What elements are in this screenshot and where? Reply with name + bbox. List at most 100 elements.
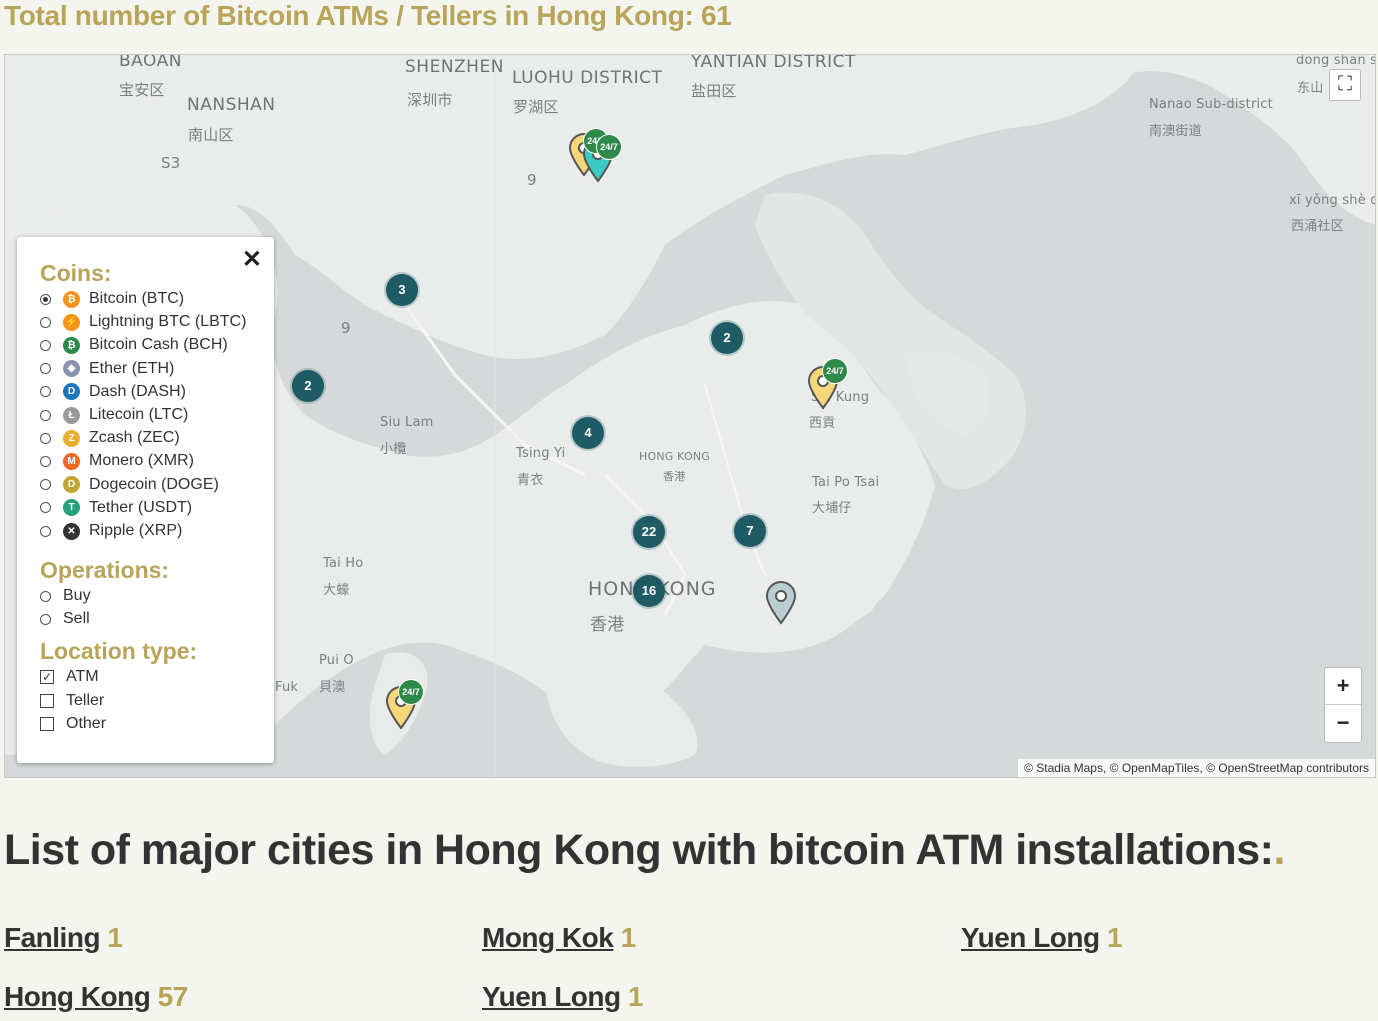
city-item[interactable]: Yuen Long 1 <box>482 981 643 1013</box>
map-label-tsingyi-zh: 青衣 <box>517 473 544 488</box>
map-label-hongkong-small-zh: 香港 <box>663 470 686 483</box>
map-label-baoan-zh: 宝安区 <box>119 81 165 99</box>
coin-label: Monero (XMR) <box>89 452 194 470</box>
cities-heading-text: List of major cities in Hong Kong with b… <box>4 826 1274 874</box>
city-item[interactable]: Hong Kong 57 <box>4 981 188 1013</box>
city-link[interactable]: Fanling <box>4 922 101 953</box>
map-label-dongshan-zh: 东山 <box>1297 81 1324 96</box>
coin-option[interactable]: M Monero (XMR) <box>40 452 194 470</box>
map-view[interactable]: BAOAN 宝安区 SHENZHEN 深圳市 LUOHU DISTRICT 罗湖… <box>4 54 1376 778</box>
checkbox[interactable] <box>40 694 54 708</box>
cluster-marker[interactable]: 2 <box>711 322 743 354</box>
coin-icon: D <box>63 476 80 494</box>
location-type-heading: Location type: <box>40 638 198 664</box>
coin-icon: T <box>63 499 80 517</box>
coin-option[interactable]: ₿ Bitcoin (BTC) <box>40 290 184 308</box>
zoom-out-button[interactable]: − <box>1325 705 1361 741</box>
location-option-atm[interactable]: ✓ ATM <box>40 668 99 686</box>
operations-heading: Operations: <box>40 557 170 583</box>
map-label-nanao-zh: 南澳街道 <box>1149 124 1202 139</box>
radio-button[interactable] <box>40 293 51 305</box>
fullscreen-icon: ⛶ <box>1338 73 1352 95</box>
coin-icon: ✕ <box>63 522 80 540</box>
map-label-siulam: Siu Lam <box>380 415 434 430</box>
radio-button[interactable] <box>40 502 51 514</box>
checkbox[interactable] <box>40 717 54 731</box>
checkbox[interactable]: ✓ <box>40 670 54 684</box>
cluster-marker[interactable]: 7 <box>734 515 766 547</box>
coin-icon: ₿ <box>63 290 80 308</box>
map-attribution[interactable]: © Stadia Maps, © OpenMapTiles, © OpenStr… <box>1018 759 1375 777</box>
coin-option[interactable]: D Dash (DASH) <box>40 383 186 401</box>
coin-option[interactable]: Ł Litecoin (LTC) <box>40 406 188 424</box>
city-link[interactable]: Yuen Long <box>482 981 621 1012</box>
close-icon[interactable]: ✕ <box>242 245 262 274</box>
radio-button[interactable] <box>40 432 51 444</box>
city-link[interactable]: Mong Kok <box>482 922 614 953</box>
option-label: Sell <box>63 610 90 627</box>
radio-button[interactable] <box>40 316 51 328</box>
city-item[interactable]: Mong Kok 1 <box>482 922 636 954</box>
coin-icon: Z <box>63 429 80 447</box>
coin-icon: ⚡ <box>63 313 80 331</box>
coin-option[interactable]: ✕ Ripple (XRP) <box>40 522 182 540</box>
zoom-in-button[interactable]: + <box>1325 668 1361 705</box>
map-label-nanao: Nanao Sub-district <box>1149 97 1273 112</box>
map-label-saikung-zh: 西貢 <box>809 416 836 431</box>
radio-button[interactable] <box>40 386 51 398</box>
city-count: 1 <box>107 922 123 953</box>
radio-button[interactable] <box>40 479 51 491</box>
city-item[interactable]: Yuen Long 1 <box>961 922 1122 954</box>
city-count: 57 <box>157 981 189 1012</box>
city-link[interactable]: Hong Kong <box>4 981 151 1012</box>
map-label-taipotsai: Tai Po Tsai <box>812 475 880 490</box>
option-label: Buy <box>63 587 91 604</box>
location-option-teller[interactable]: Teller <box>40 692 104 710</box>
location-pin-gray[interactable] <box>765 581 797 625</box>
coin-label: Ether (ETH) <box>89 359 175 377</box>
radio-button[interactable] <box>40 455 51 467</box>
operation-option-sell[interactable]: Sell <box>40 610 90 628</box>
radio-button[interactable] <box>40 525 51 537</box>
city-count: 1 <box>620 922 637 953</box>
map-label-yantian: YANTIAN DISTRICT <box>691 54 856 72</box>
cluster-marker[interactable]: 3 <box>386 274 418 306</box>
map-label-shenzhen: SHENZHEN <box>405 57 504 77</box>
coin-label: Dash (DASH) <box>89 382 186 400</box>
coin-option[interactable]: ⚡ Lightning BTC (LBTC) <box>40 313 246 331</box>
map-label-luohu: LUOHU DISTRICT <box>512 68 663 88</box>
cluster-marker[interactable]: 4 <box>572 417 604 449</box>
map-label-taiho: Tai Ho <box>323 556 364 571</box>
coin-option[interactable]: D Dogecoin (DOGE) <box>40 476 219 494</box>
coin-icon: M <box>63 452 80 470</box>
badge-24-7: 24/7 <box>596 134 622 160</box>
cluster-marker[interactable]: 16 <box>633 575 665 607</box>
cluster-marker[interactable]: 22 <box>633 516 665 548</box>
map-label-route-9a: 9 <box>527 171 537 189</box>
coin-option[interactable]: Z Zcash (ZEC) <box>40 429 180 447</box>
radio-button[interactable] <box>40 409 51 421</box>
city-link[interactable]: Yuen Long <box>961 922 1100 953</box>
map-label-yantian-zh: 盐田区 <box>691 82 737 100</box>
map-label-nanshan: NANSHAN <box>187 95 276 115</box>
cluster-marker[interactable]: 2 <box>292 370 324 402</box>
map-label-nanshan-zh: 南山区 <box>188 126 234 144</box>
coin-option[interactable]: T Tether (USDT) <box>40 499 192 517</box>
radio-button[interactable] <box>40 339 51 351</box>
city-count: 1 <box>1106 922 1123 953</box>
radio-button[interactable] <box>40 590 51 602</box>
radio-button[interactable] <box>40 613 51 625</box>
option-label: Other <box>66 715 107 732</box>
coin-option[interactable]: ₿ Bitcoin Cash (BCH) <box>40 336 228 354</box>
coin-label: Ripple (XRP) <box>89 522 183 539</box>
coin-icon: ₿ <box>63 336 80 354</box>
coin-option[interactable]: ◆ Ether (ETH) <box>40 360 174 378</box>
location-option-other[interactable]: Other <box>40 715 106 733</box>
map-label-puio-zh: 貝澳 <box>319 680 346 695</box>
operation-option-buy[interactable]: Buy <box>40 587 91 605</box>
map-label-xiyong-zh: 西涌社区 <box>1291 219 1344 234</box>
fullscreen-button[interactable]: ⛶ <box>1329 69 1361 101</box>
radio-button[interactable] <box>40 363 51 375</box>
map-label-luohu-zh: 罗湖区 <box>513 98 559 116</box>
city-item[interactable]: Fanling 1 <box>4 922 123 954</box>
